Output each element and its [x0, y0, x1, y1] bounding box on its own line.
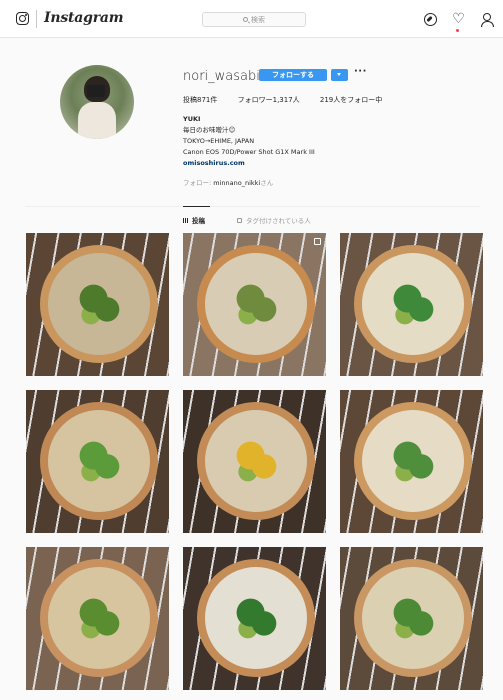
suggested-accounts-dropdown-button[interactable] [331, 69, 348, 81]
post-thumbnail[interactable] [26, 390, 169, 533]
logo-divider [36, 10, 37, 28]
soup-garnish [229, 591, 283, 645]
post-thumbnail[interactable] [340, 233, 483, 376]
post-thumbnail[interactable] [183, 233, 326, 376]
followers-count[interactable]: フォロワー1,317人 [238, 96, 300, 104]
bio-line: TOKYO→EHIME, JAPAN [183, 137, 255, 145]
top-navigation-bar: Instagram 検索 ♡ [0, 0, 503, 38]
soup-garnish [386, 434, 440, 488]
soup-garnish [386, 591, 440, 645]
post-thumbnail[interactable] [26, 547, 169, 690]
profile-user-icon[interactable] [480, 13, 494, 27]
following-count[interactable]: 219人をフォロー中 [320, 96, 382, 104]
notification-dot [456, 29, 459, 32]
tab-posts[interactable]: 投稿 [183, 215, 205, 225]
profile-bio: YUKI 毎日のお味噌汁☺ TOKYO→EHIME, JAPAN Canon E… [183, 114, 315, 169]
more-options-button[interactable]: ··· [354, 66, 367, 77]
soup-garnish [386, 277, 440, 331]
multiple-photos-icon [314, 238, 321, 245]
camera-in-photo [87, 85, 105, 97]
follow-button[interactable]: フォローする [259, 69, 327, 81]
profile-stats: 投稿871件 フォロワー1,317人 219人をフォロー中 [183, 95, 400, 105]
tagged-icon [237, 217, 242, 223]
explore-compass-icon[interactable] [424, 13, 437, 26]
post-thumbnail[interactable] [26, 233, 169, 376]
soup-garnish [72, 591, 126, 645]
profile-username: nori_wasabi [183, 69, 260, 84]
instagram-wordmark[interactable]: Instagram [44, 10, 124, 26]
soup-garnish [72, 277, 126, 331]
search-input[interactable]: 検索 [202, 12, 306, 27]
search-placeholder: 検索 [251, 15, 265, 24]
followed-by-user-link[interactable]: minnano_nikki [213, 179, 260, 187]
bio-website-link[interactable]: omisoshirus.com [183, 158, 315, 169]
tab-tagged-label: タグ付けされている人 [246, 217, 311, 225]
soup-garnish [229, 434, 283, 488]
soup-garnish [72, 434, 126, 488]
grid-icon [183, 217, 188, 223]
activity-heart-icon[interactable]: ♡ [452, 12, 465, 26]
followed-by: フォロー: minnano_nikkiさん [183, 179, 274, 187]
post-thumbnail[interactable] [183, 547, 326, 690]
tab-tagged[interactable]: タグ付けされている人 [237, 215, 311, 225]
tabs-divider [25, 206, 480, 207]
bio-line: 毎日のお味噌汁☺ [183, 126, 236, 134]
avatar[interactable] [60, 65, 134, 139]
post-thumbnail[interactable] [340, 390, 483, 533]
bio-name: YUKI [183, 115, 201, 123]
instagram-logo-icon[interactable] [16, 12, 29, 25]
soup-garnish [229, 277, 283, 331]
bio-line: Canon EOS 70D/Power Shot G1X Mark III [183, 148, 315, 156]
post-thumbnail[interactable] [183, 390, 326, 533]
active-tab-indicator [183, 206, 210, 207]
tab-posts-label: 投稿 [192, 217, 205, 225]
posts-count: 投稿871件 [183, 96, 218, 104]
post-thumbnail[interactable] [340, 547, 483, 690]
search-icon [243, 17, 248, 22]
